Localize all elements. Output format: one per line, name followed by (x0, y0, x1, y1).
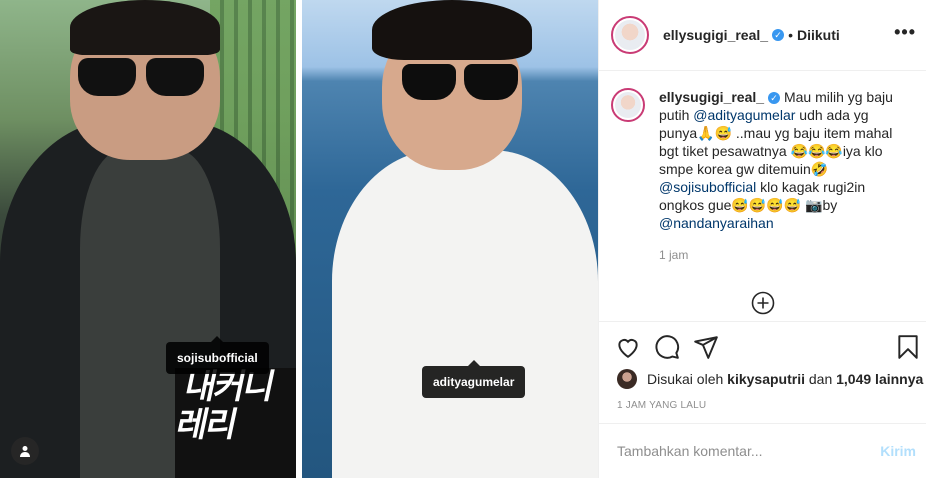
post-header: ellysugigi_real_ ✓ • Diikuti ••• (599, 0, 926, 71)
header-username[interactable]: ellysugigi_real_ (663, 27, 768, 43)
tagged-users-button[interactable] (11, 437, 39, 465)
follow-button[interactable]: Diikuti (797, 27, 840, 43)
post-panel: ellysugigi_real_ ✓ • Diikuti ••• ellysug… (598, 0, 926, 478)
post-timestamp[interactable]: 1 JAM YANG LALU (617, 400, 706, 411)
show-logo-text: 내커니 레리 (172, 368, 277, 444)
liker-avatar[interactable] (617, 369, 637, 389)
likes-count[interactable]: 1,049 lainnya (836, 371, 923, 387)
mention-link[interactable]: @adityagumelar (693, 107, 795, 123)
liker-username[interactable]: kikysaputrii (727, 371, 805, 387)
save-button[interactable] (895, 334, 921, 360)
caption-username[interactable]: ellysugigi_real_ (659, 89, 764, 105)
user-tag-sojisubofficial[interactable]: sojisubofficial (166, 336, 269, 374)
share-icon (694, 336, 718, 359)
load-more-comments-button[interactable] (751, 291, 775, 315)
comment-input[interactable] (615, 442, 881, 460)
more-options-icon[interactable]: ••• (894, 22, 916, 43)
photo-left: 내커니 레리 (0, 0, 296, 478)
show-logo: 내커니 레리 (173, 368, 296, 478)
likes-summary: Disukai oleh kikysaputrii dan 1,049 lain… (617, 369, 923, 389)
mention-link[interactable]: @sojisubofficial (659, 179, 756, 195)
action-bar (599, 321, 926, 369)
likes-prefix: Disukai oleh (647, 371, 724, 387)
instagram-post: 내커니 레리 sojisubofficial adityagumelar ell… (0, 0, 926, 478)
comment-icon (655, 335, 680, 359)
like-button[interactable] (615, 334, 641, 360)
share-button[interactable] (693, 334, 719, 360)
white-shirt (332, 150, 598, 478)
caption: ellysugigi_real_ ✓ Mau milih yg baju puti… (611, 88, 915, 264)
bookmark-icon (898, 335, 918, 359)
separator: • (788, 27, 793, 43)
photo-right (302, 0, 598, 478)
likes-middle: dan (808, 371, 833, 387)
plus-circle-icon (751, 291, 775, 315)
user-tag-adityagumelar[interactable]: adityagumelar (422, 360, 526, 398)
mention-link[interactable]: @nandanyaraihan (659, 215, 774, 231)
hair (372, 0, 532, 60)
comment-button[interactable] (654, 334, 680, 360)
sunglasses (402, 64, 522, 104)
caption-time[interactable]: 1 jam (659, 246, 903, 264)
sunglasses (78, 58, 208, 98)
caption-text: Mau milih yg baju putih @adityagumelar u… (659, 89, 893, 231)
hair (70, 0, 220, 55)
verified-badge-icon: ✓ (768, 92, 781, 105)
caption-body: ellysugigi_real_ ✓ Mau milih yg baju puti… (659, 88, 903, 264)
avatar[interactable] (611, 16, 649, 54)
post-comment-button[interactable]: Kirim (880, 443, 916, 459)
add-comment-bar: Kirim (599, 423, 926, 478)
person-icon (20, 446, 30, 457)
caption-avatar[interactable] (611, 88, 645, 122)
post-media[interactable]: 내커니 레리 sojisubofficial adityagumelar (0, 0, 598, 478)
verified-badge-icon: ✓ (772, 29, 785, 41)
heart-icon (618, 339, 638, 358)
